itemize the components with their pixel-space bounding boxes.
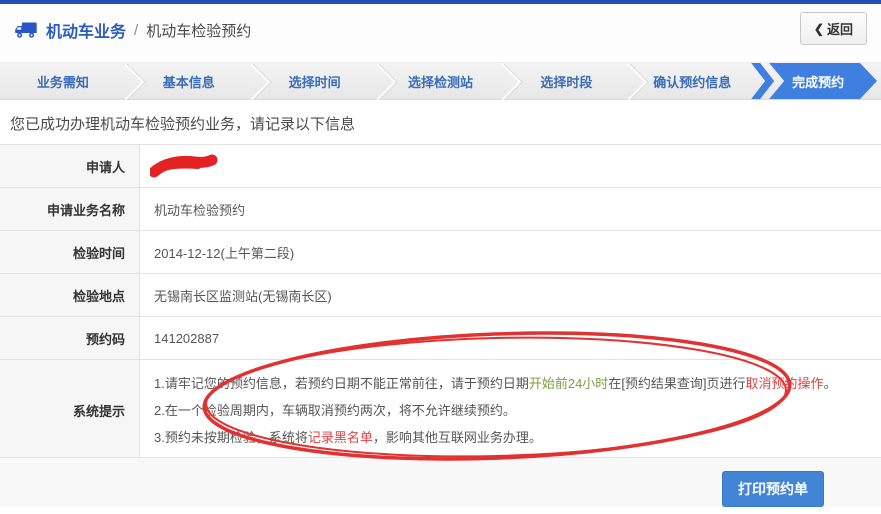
- step-item-notice[interactable]: 业务需知: [0, 63, 145, 101]
- row-value: [140, 145, 881, 187]
- note-segment-red: 记录黑名单: [307, 430, 373, 445]
- note-segment-default: 2.在一个检验周期内，车辆取消预约两次，将不允许继续预约。: [154, 403, 516, 418]
- step-item-complete[interactable]: 完成预约: [751, 63, 881, 99]
- print-booking-button[interactable]: 打印预约单: [722, 471, 824, 507]
- truck-icon: [14, 20, 38, 40]
- row-value: 141202887: [140, 317, 881, 359]
- active-step-notch: [751, 63, 775, 99]
- note-segment-default: 3.预约未按期检验，系统将: [154, 430, 308, 445]
- step-label: 确认预约信息: [653, 74, 732, 90]
- system-notes: 1.请牢记您的预约信息，若预约日期不能正常前往，请于预约日期开始前24小时在[预…: [140, 360, 881, 460]
- footer-bar: 打印预约单: [0, 457, 881, 507]
- redaction-scribble: [150, 154, 218, 178]
- system-note-line: 3.预约未按期检验，系统将记录黑名单，影响其他互联网业务办理。: [154, 424, 881, 451]
- back-chevron-icon: ❮: [813, 21, 824, 36]
- row-label: 检验地点: [0, 274, 140, 316]
- table-row-service-name: 申请业务名称 机动车检验预约: [0, 188, 881, 231]
- step-label: 选择检测站: [408, 74, 474, 90]
- header: 机动车业务 / 机动车检验预约 ❮ 返回: [0, 4, 881, 56]
- info-table: 申请人 申请业务名称 机动车检验预约 检验时间 2014-12-12(上午第二段…: [0, 144, 881, 461]
- system-note-line: 1.请牢记您的预约信息，若预约日期不能正常前往，请于预约日期开始前24小时在[预…: [154, 370, 881, 397]
- table-row-system-notes: 系统提示 1.请牢记您的预约信息，若预约日期不能正常前往，请于预约日期开始前24…: [0, 360, 881, 461]
- system-note-line: 2.在一个检验周期内，车辆取消预约两次，将不允许继续预约。: [154, 397, 881, 424]
- success-message: 您已成功办理机动车检验预约业务，请记录以下信息: [10, 116, 356, 133]
- row-label: 预约码: [0, 317, 140, 359]
- step-item-confirm[interactable]: 确认预约信息: [629, 63, 755, 99]
- breadcrumb-separator: /: [134, 21, 139, 39]
- row-value: 机动车检验预约: [140, 188, 881, 230]
- row-label: 申请业务名称: [0, 188, 140, 230]
- note-segment-green: 开始前24小时: [528, 376, 609, 391]
- step-label: 基本信息: [162, 74, 215, 90]
- breadcrumb-root-link[interactable]: 机动车业务: [46, 18, 126, 42]
- breadcrumb-current: 机动车检验预约: [146, 22, 252, 40]
- back-button[interactable]: ❮ 返回: [799, 12, 867, 45]
- table-row-inspection-place: 检验地点 无锡南长区监测站(无锡南长区): [0, 274, 881, 317]
- step-label: 选择时段: [540, 74, 593, 90]
- step-wizard: 业务需知 基本信息 选择时间 选择检测站 选择时段 确认预约信息 完成预约: [0, 62, 881, 101]
- table-row-inspection-time: 检验时间 2014-12-12(上午第二段): [0, 231, 881, 274]
- row-label: 检验时间: [0, 231, 140, 273]
- note-segment-default: ，影响其他互联网业务办理。: [372, 430, 542, 445]
- step-item-basic-info[interactable]: 基本信息: [126, 63, 271, 101]
- step-item-select-time[interactable]: 选择时间: [252, 63, 396, 101]
- table-row-applicant: 申请人: [0, 145, 881, 188]
- page: 机动车业务 / 机动车检验预约 ❮ 返回 业务需知 基本信息 选择时间 选择检测…: [0, 0, 881, 514]
- step-item-select-station[interactable]: 选择检测站: [378, 63, 522, 101]
- step-label: 完成预约: [792, 74, 845, 90]
- step-item-select-slot[interactable]: 选择时段: [503, 63, 648, 101]
- step-label: 选择时间: [288, 74, 341, 90]
- note-segment-default: 。: [823, 376, 837, 391]
- note-segment-red: 取消预约操作: [745, 376, 824, 391]
- row-label: 申请人: [0, 145, 140, 187]
- breadcrumb: 机动车业务 / 机动车检验预约: [14, 18, 251, 42]
- row-label: 系统提示: [0, 360, 140, 460]
- back-button-label: 返回: [826, 22, 853, 37]
- note-segment-default: 1.请牢记您的预约信息，若预约日期不能正常前往，请于预约日期: [154, 376, 529, 391]
- step-label: 业务需知: [36, 74, 89, 90]
- row-value: 2014-12-12(上午第二段): [140, 231, 881, 273]
- table-row-booking-code: 预约码 141202887: [0, 317, 881, 360]
- note-segment-default: 在[预约结果查询]页进行: [608, 376, 746, 391]
- row-value: 无锡南长区监测站(无锡南长区): [140, 274, 881, 316]
